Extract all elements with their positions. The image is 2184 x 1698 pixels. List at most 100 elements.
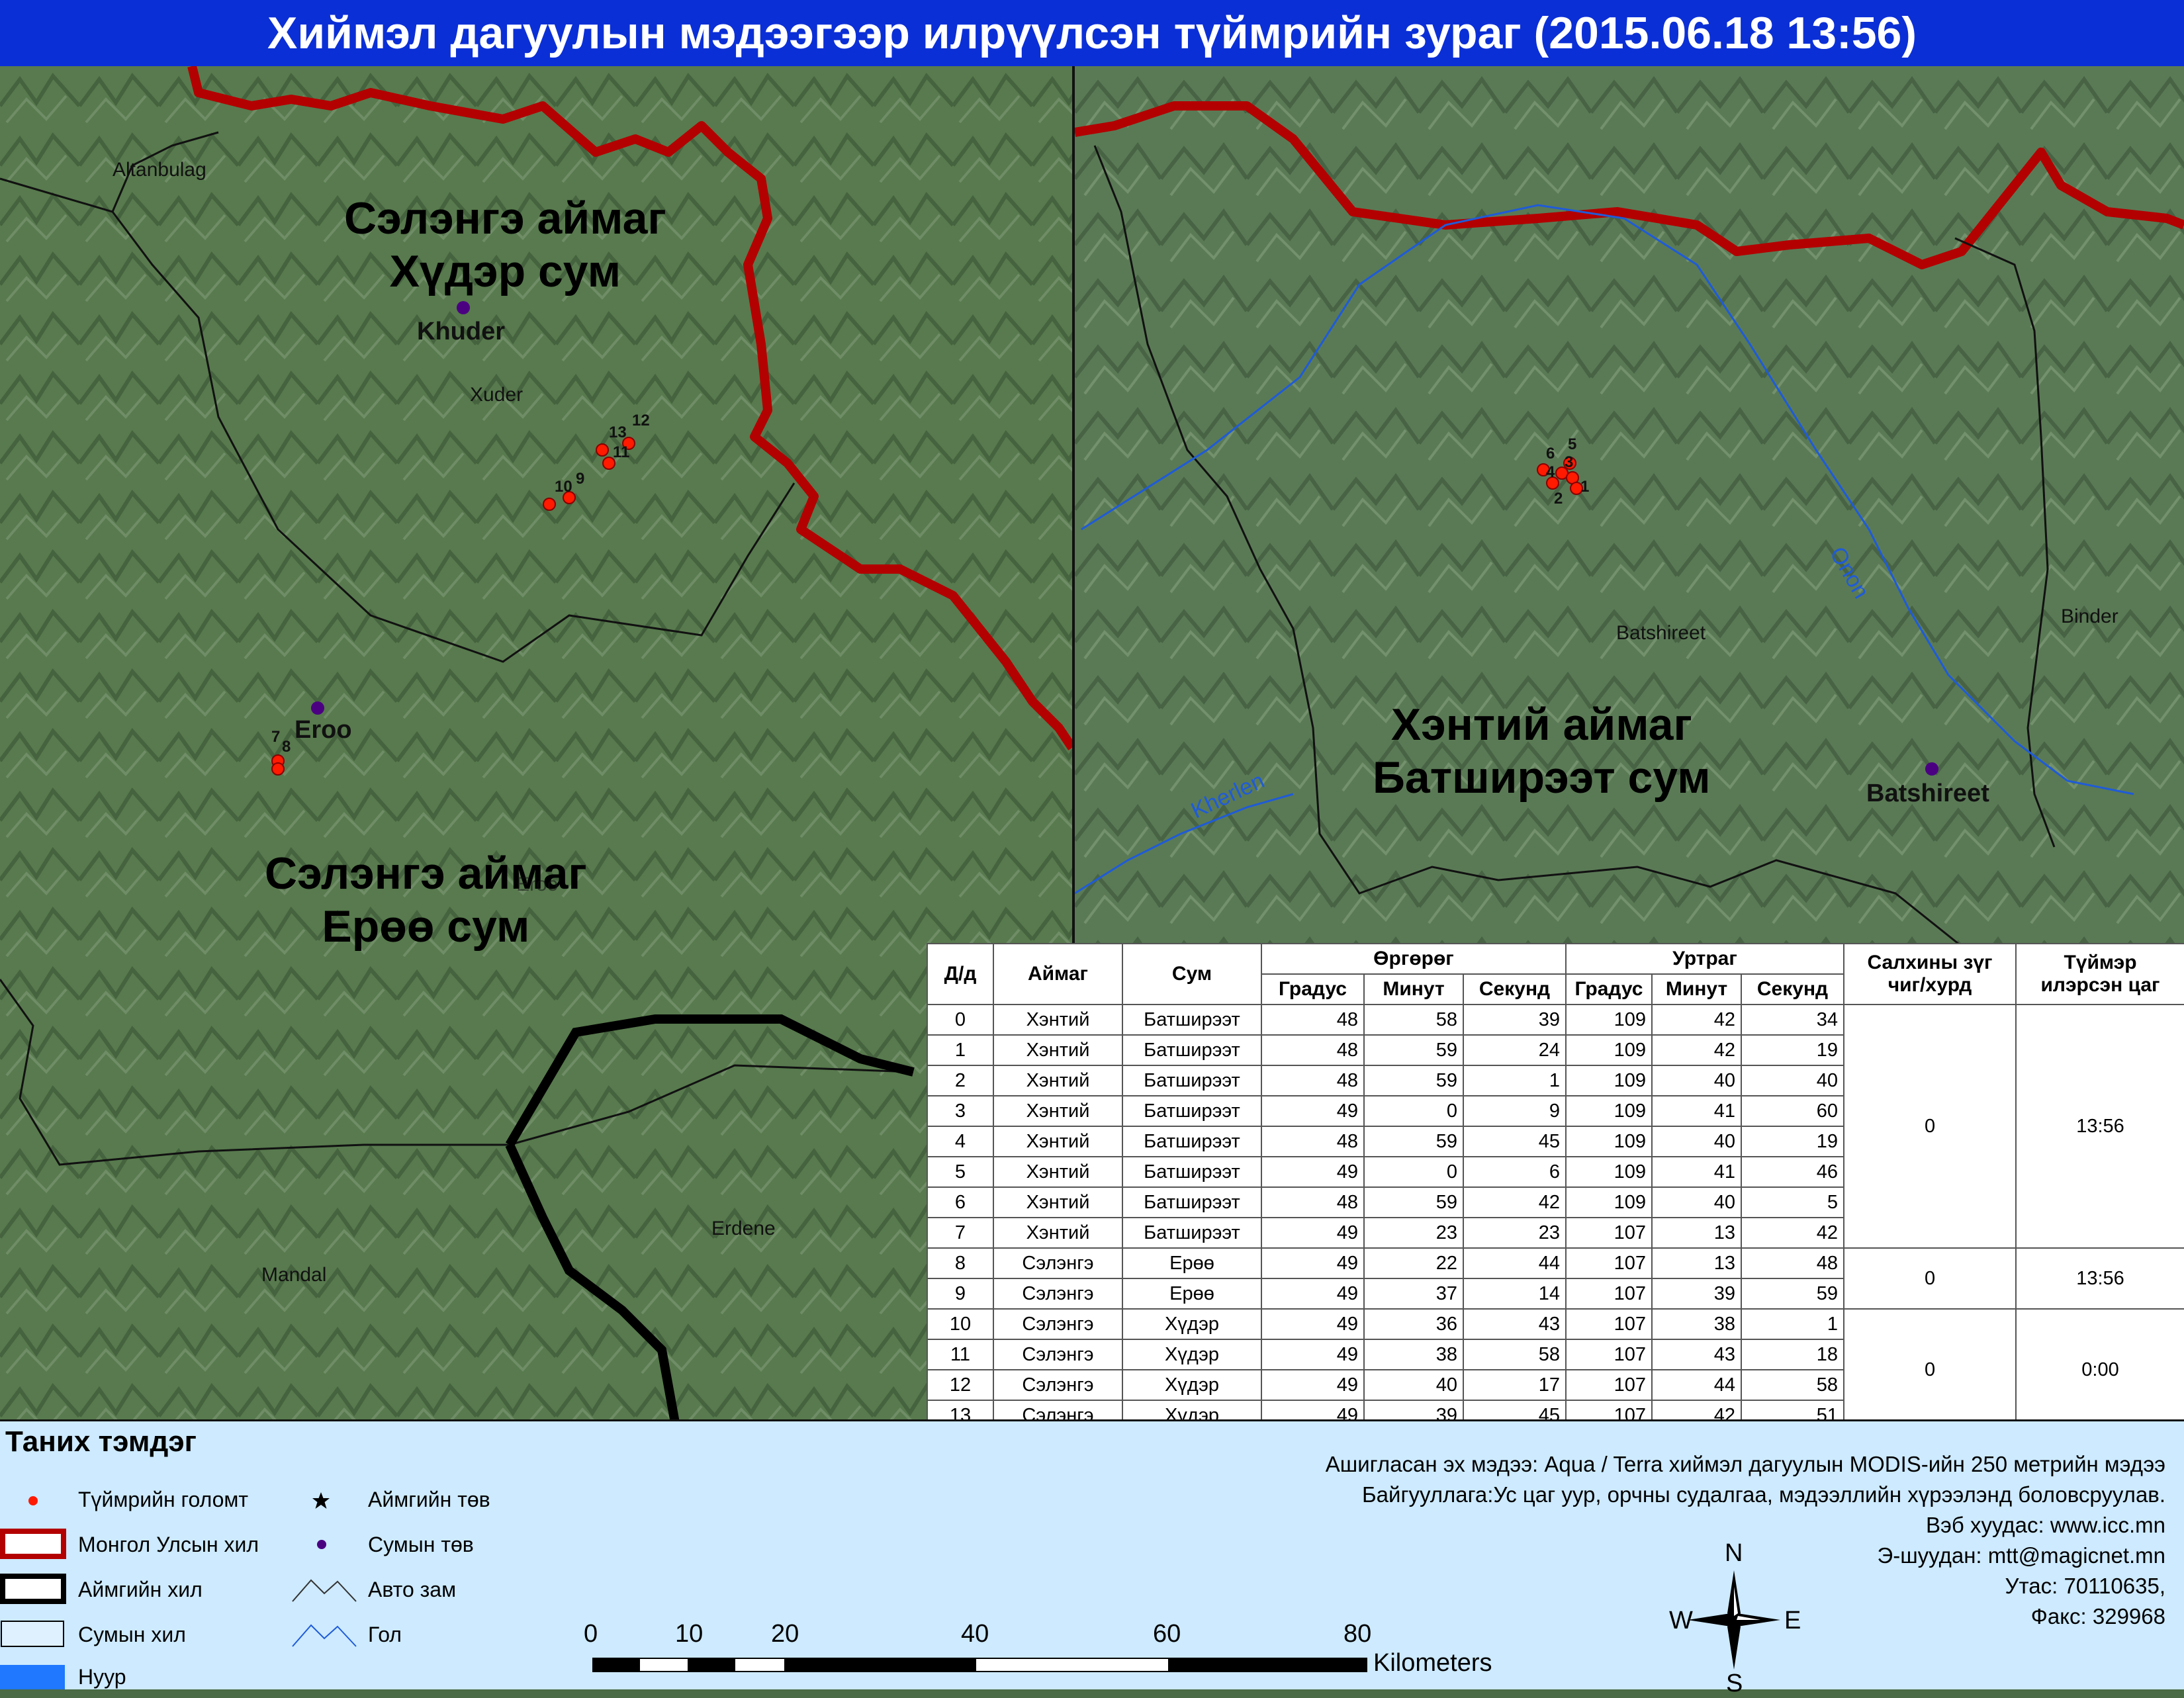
legend-sum-border: Сумын хил (78, 1623, 186, 1646)
place-label-xuder: Xuder (470, 384, 523, 406)
table-cell: 14 (1463, 1278, 1567, 1310)
fire-number: 9 (576, 470, 585, 488)
table-cell: 9 (1463, 1095, 1567, 1127)
place-label-eroo: Eroo (295, 716, 352, 744)
state-border-legend-icon (0, 1529, 66, 1559)
lake-legend-icon (0, 1665, 65, 1689)
table-cell: 41 (1651, 1095, 1742, 1127)
legend-title: Таних тэмдэг (5, 1425, 197, 1458)
table-cell: Сэлэнгэ (993, 1247, 1123, 1279)
table-cell: 109 (1565, 1034, 1653, 1066)
header-time: Түймэр илэрсэн цаг (2015, 943, 2184, 1005)
credit-phone: Утас: 70110635, (2005, 1574, 2165, 1598)
fire-legend-icon (28, 1496, 38, 1505)
table-cell: 109 (1565, 1065, 1653, 1096)
table-cell: 19 (1740, 1034, 1845, 1066)
region-label-khuder: Сэлэнгэ аймаг Хүдэр сум (344, 193, 666, 296)
table-cell: 44 (1651, 1369, 1742, 1401)
header-wind: Салхины зүг чиг/хурд (1843, 943, 2017, 1005)
table-cell: Ерөө (1122, 1278, 1262, 1310)
table-cell: 49 (1261, 1339, 1365, 1370)
table-cell: 43 (1651, 1339, 1742, 1370)
table-cell: 40 (1651, 1126, 1742, 1157)
road-legend-icon (292, 1579, 357, 1602)
table-cell: 1 (1463, 1065, 1567, 1096)
table-cell: 0 (1363, 1095, 1464, 1127)
table-cell: 59 (1363, 1065, 1464, 1096)
legend-state-border: Монгол Улсын хил (78, 1533, 259, 1556)
fire-number: 6 (1546, 445, 1555, 463)
table-cell: 59 (1363, 1186, 1464, 1218)
table-cell: 49 (1261, 1308, 1365, 1340)
table-cell: 49 (1261, 1278, 1365, 1310)
table-cell: 60 (1740, 1095, 1845, 1127)
table-cell: 11 (927, 1339, 994, 1370)
table-cell: 49 (1261, 1156, 1365, 1188)
table-cell: 109 (1565, 1095, 1653, 1127)
table-cell: 13 (1651, 1247, 1742, 1279)
header-lat-min: Минут (1363, 973, 1464, 1005)
table-cell: Хэнтий (993, 1095, 1123, 1127)
table-cell: Хэнтий (993, 1004, 1123, 1036)
table-cell: Хэнтий (993, 1126, 1123, 1157)
place-label-altanbulag: Altanbulag (113, 159, 206, 181)
table-row: 8 Сэлэнгэ Ерөө 49 22 44 107 13 48 0 13:56 (927, 1247, 2184, 1310)
table-cell: Хэнтий (993, 1156, 1123, 1188)
table-cell: Батширээт (1122, 1065, 1262, 1096)
place-label-batshireet: Batshireet (1866, 780, 1989, 807)
terrain-right (1075, 66, 2184, 946)
table-row: 0 Хэнтий Батширээт 48 58 39 109 42 34 0 13:56 (927, 1004, 2184, 1249)
fire-data-table: Д/д Аймаг Сум Өргөрөг Уртраг Салхины зүг… (927, 943, 2184, 1431)
time-cell: 0:00 (2015, 1308, 2184, 1431)
table-cell: 49 (1261, 1217, 1365, 1249)
table-cell: Батширээт (1122, 1004, 1262, 1036)
table-cell: 48 (1261, 1034, 1365, 1066)
table-cell: 0 (927, 1004, 994, 1036)
table-cell: Сэлэнгэ (993, 1369, 1123, 1401)
table-cell: 49 (1261, 1369, 1365, 1401)
fire-number: 5 (1568, 435, 1577, 453)
sum-border-legend-icon (1, 1621, 64, 1647)
wind-cell: 0 (1843, 1247, 2017, 1310)
table-cell: 109 (1565, 1004, 1653, 1036)
fire-number: 7 (271, 728, 281, 746)
table-cell: 48 (1261, 1186, 1365, 1218)
table-cell: 107 (1565, 1217, 1653, 1249)
table-cell: 45 (1463, 1126, 1567, 1157)
table-cell: 40 (1363, 1369, 1464, 1401)
fire-number: 12 (632, 412, 650, 429)
table-cell: 23 (1463, 1217, 1567, 1249)
table-cell: 40 (1651, 1065, 1742, 1096)
table-cell: 40 (1651, 1186, 1742, 1218)
fire-number: 2 (1554, 490, 1563, 508)
table-cell: Хэнтий (993, 1034, 1123, 1066)
map-panel-left[interactable]: Сэлэнгэ аймаг Хүдэр сум Сэлэнгэ аймаг Ерөө… (0, 66, 1072, 1423)
fire-number: 1 (1580, 478, 1590, 496)
table-cell: Ерөө (1122, 1247, 1262, 1279)
table-cell: 23 (1363, 1217, 1464, 1249)
table-row: 10 Сэлэнгэ Хүдэр 49 36 43 107 38 1 0 0:00 (927, 1308, 2184, 1431)
table-cell: 10 (927, 1308, 994, 1340)
table-cell: 43 (1463, 1308, 1567, 1340)
table-cell: 48 (1261, 1004, 1365, 1036)
legend-lake: Нуур (78, 1665, 126, 1689)
place-label-binder: Binder (2061, 605, 2118, 627)
table-cell: 42 (1651, 1004, 1742, 1036)
table-cell: 109 (1565, 1156, 1653, 1188)
wind-cell: 0 (1843, 1004, 2017, 1249)
map-panel-right[interactable]: Хэнтий аймаг Батширээт сум Batshireet Bat… (1075, 66, 2184, 946)
fire-table-body: 0 Хэнтий Батширээт 48 58 39 109 42 34 0 13:56 1 Хэнт… (927, 1004, 2184, 1431)
table-cell: 1 (1740, 1308, 1845, 1340)
table-cell: 58 (1463, 1339, 1567, 1370)
table-cell: 7 (927, 1217, 994, 1249)
credit-fax: Факс: 329968 (2030, 1604, 2165, 1629)
fire-number: 10 (555, 478, 572, 496)
table-cell: 37 (1363, 1278, 1464, 1310)
table-cell: 38 (1363, 1339, 1464, 1370)
credit-organization: Байгууллага:Ус цаг уур, орчны судалгаа, … (1362, 1482, 2165, 1507)
header-lon-deg: Градус (1565, 973, 1653, 1005)
legend-river: Гол (368, 1623, 402, 1646)
table-cell: 107 (1565, 1247, 1653, 1279)
scale-tick: 40 (961, 1620, 989, 1648)
legend-fire: Түймрийн голомт (78, 1488, 249, 1511)
